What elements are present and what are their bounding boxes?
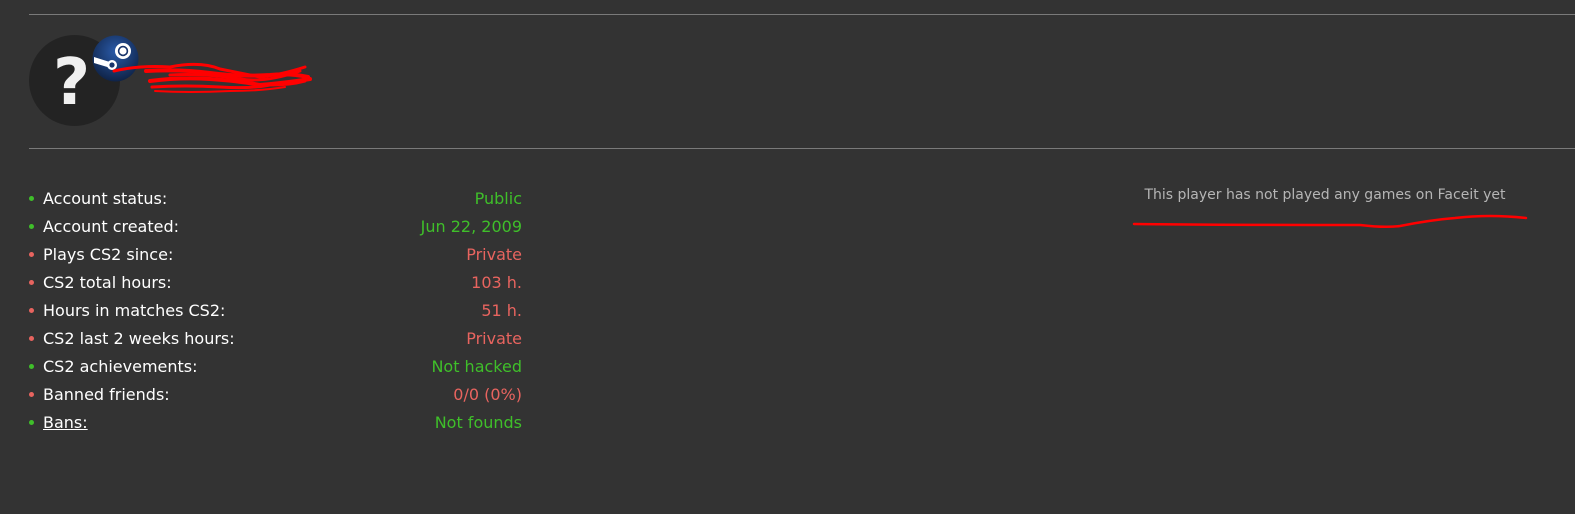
stat-value: Private bbox=[466, 244, 522, 264]
stat-value: 0/0 (0%) bbox=[453, 384, 522, 404]
stat-row: CS2 last 2 weeks hours: Private bbox=[26, 324, 522, 352]
stat-value: Jun 22, 2009 bbox=[420, 216, 522, 236]
stat-row: CS2 achievements: Not hacked bbox=[26, 352, 522, 380]
section-divider bbox=[29, 148, 1575, 149]
stat-label: Banned friends: bbox=[43, 384, 170, 404]
stat-row: Account created: Jun 22, 2009 bbox=[26, 212, 522, 240]
status-dot bbox=[29, 391, 34, 397]
status-dot bbox=[29, 223, 34, 229]
stat-row: Account status: Public bbox=[26, 184, 522, 212]
profile-page: ? Account status: Public Account created: J… bbox=[0, 0, 1575, 514]
stat-label: Hours in matches CS2: bbox=[43, 300, 226, 320]
status-dot bbox=[29, 195, 34, 201]
stat-row: Banned friends: 0/0 (0%) bbox=[26, 380, 522, 408]
stat-value: 103 h. bbox=[471, 272, 522, 292]
stat-value: Public bbox=[474, 188, 522, 208]
status-dot bbox=[29, 251, 34, 257]
stat-value: Private bbox=[466, 328, 522, 348]
avatar-placeholder-glyph: ? bbox=[52, 45, 91, 120]
stat-label: CS2 total hours: bbox=[43, 272, 172, 292]
bans-link[interactable]: Bans: bbox=[43, 413, 88, 432]
stat-value: 51 h. bbox=[481, 300, 522, 320]
stat-label: CS2 achievements: bbox=[43, 356, 198, 376]
status-dot bbox=[29, 363, 34, 369]
stat-label: CS2 last 2 weeks hours: bbox=[43, 328, 235, 348]
status-dot bbox=[29, 279, 34, 285]
stat-label: Account status: bbox=[43, 188, 168, 208]
status-dot bbox=[29, 335, 34, 341]
stat-label: Account created: bbox=[43, 216, 180, 236]
stat-label: Plays CS2 since: bbox=[43, 244, 174, 264]
stats-list: Account status: Public Account created: Jun… bbox=[26, 184, 522, 436]
redacted-username bbox=[112, 62, 312, 93]
stat-value: Not hacked bbox=[431, 356, 522, 376]
stat-row: CS2 total hours: 103 h. bbox=[26, 268, 522, 296]
status-dot bbox=[29, 307, 34, 313]
stat-value: Not founds bbox=[434, 412, 522, 432]
stat-row: Plays CS2 since: Private bbox=[26, 240, 522, 268]
stat-row: Bans: Not founds bbox=[26, 408, 522, 436]
faceit-empty-message: This player has not played any games on … bbox=[1144, 187, 1506, 203]
stat-row: Hours in matches CS2: 51 h. bbox=[26, 296, 522, 324]
status-dot bbox=[29, 419, 34, 425]
top-divider bbox=[29, 14, 1575, 15]
red-underline-annotation bbox=[1132, 214, 1528, 229]
